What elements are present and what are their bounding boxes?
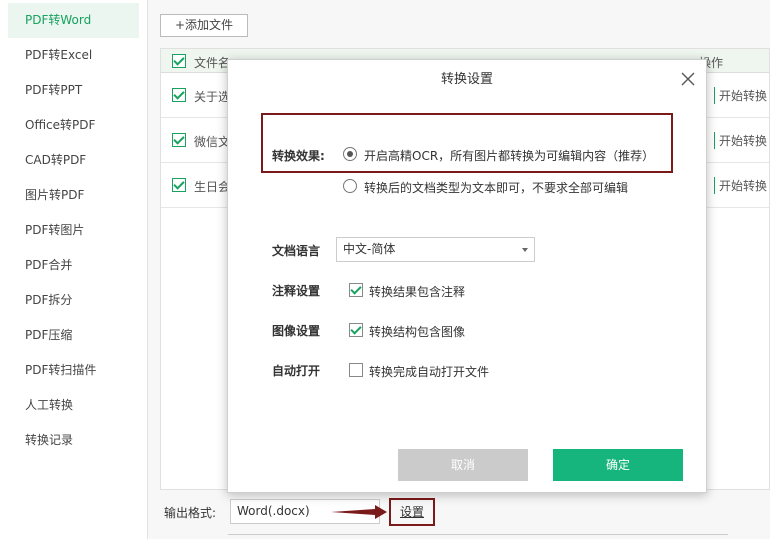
- annotation-label: 注释设置: [272, 284, 321, 298]
- sidebar: PDF转Word PDF转Excel PDF转PPT Office转PDF CA…: [0, 0, 148, 539]
- settings-link[interactable]: 设置: [389, 498, 435, 526]
- row-checkbox[interactable]: [172, 88, 186, 102]
- image-option-text: 转换结构包含图像: [369, 325, 466, 339]
- auto-open-label: 自动打开: [272, 364, 321, 378]
- dialog-title: 转换设置: [440, 72, 493, 87]
- ocr-radio[interactable]: [343, 147, 357, 161]
- row-checkbox[interactable]: [172, 133, 186, 147]
- file-name: 微信文: [194, 135, 231, 149]
- start-convert-button[interactable]: 开始转换: [714, 87, 767, 104]
- conversion-settings-dialog: 转换设置 转换效果: 开启高精OCR，所有图片都转换为可编辑内容（推荐） 转换后…: [227, 59, 707, 493]
- text-only-option-text: 转换后的文档类型为文本即可，不要求全部可编辑: [364, 181, 629, 195]
- sidebar-item-pdf-to-image[interactable]: PDF转图片: [0, 213, 147, 248]
- language-select[interactable]: 中文-简体: [336, 237, 535, 262]
- text-only-radio[interactable]: [343, 179, 357, 193]
- start-convert-button[interactable]: 开始转换: [714, 132, 767, 149]
- effect-label: 转换效果:: [272, 149, 325, 163]
- bottom-divider: [228, 534, 728, 539]
- annotation-checkbox[interactable]: [349, 283, 363, 297]
- annotation-option-text: 转换结果包含注释: [369, 285, 466, 299]
- cancel-button[interactable]: 取消: [398, 449, 528, 481]
- sidebar-item-manual-convert[interactable]: 人工转换: [0, 388, 147, 423]
- chevron-down-icon: [522, 248, 528, 252]
- arrow-right-icon: [331, 505, 387, 519]
- sidebar-item-history[interactable]: 转换记录: [0, 423, 147, 458]
- sidebar-item-office-to-pdf[interactable]: Office转PDF: [0, 108, 147, 143]
- file-name: 生日会: [194, 180, 231, 194]
- output-format-label: 输出格式:: [164, 506, 217, 520]
- auto-open-checkbox[interactable]: [349, 363, 363, 377]
- sidebar-item-pdf-split[interactable]: PDF拆分: [0, 283, 147, 318]
- auto-open-option-text: 转换完成自动打开文件: [369, 365, 490, 379]
- dialog-body: 转换效果: 开启高精OCR，所有图片都转换为可编辑内容（推荐） 转换后的文档类型…: [228, 100, 706, 492]
- language-value: 中文-简体: [343, 242, 396, 256]
- sidebar-item-pdf-compress[interactable]: PDF压缩: [0, 318, 147, 353]
- language-label: 文档语言: [272, 244, 321, 258]
- select-all-checkbox[interactable]: [172, 54, 186, 68]
- ok-button[interactable]: 确定: [553, 449, 683, 481]
- sidebar-item-pdf-to-scan[interactable]: PDF转扫描件: [0, 353, 147, 388]
- ocr-option-text: 开启高精OCR，所有图片都转换为可编辑内容（推荐）: [364, 149, 655, 163]
- add-file-button[interactable]: +添加文件: [160, 14, 248, 37]
- sidebar-item-image-to-pdf[interactable]: 图片转PDF: [0, 178, 147, 213]
- start-convert-button[interactable]: 开始转换: [714, 177, 767, 194]
- column-header-name: 文件名: [194, 56, 231, 70]
- sidebar-item-pdf-merge[interactable]: PDF合并: [0, 248, 147, 283]
- image-label: 图像设置: [272, 324, 321, 338]
- image-checkbox[interactable]: [349, 323, 363, 337]
- file-name: 关于选: [194, 90, 231, 104]
- highlight-box: [261, 113, 673, 173]
- row-checkbox[interactable]: [172, 178, 186, 192]
- sidebar-item-pdf-to-ppt[interactable]: PDF转PPT: [0, 73, 147, 108]
- sidebar-item-pdf-to-word[interactable]: PDF转Word: [8, 3, 139, 38]
- close-icon[interactable]: [679, 70, 697, 88]
- sidebar-item-pdf-to-excel[interactable]: PDF转Excel: [0, 38, 147, 73]
- sidebar-item-cad-to-pdf[interactable]: CAD转PDF: [0, 143, 147, 178]
